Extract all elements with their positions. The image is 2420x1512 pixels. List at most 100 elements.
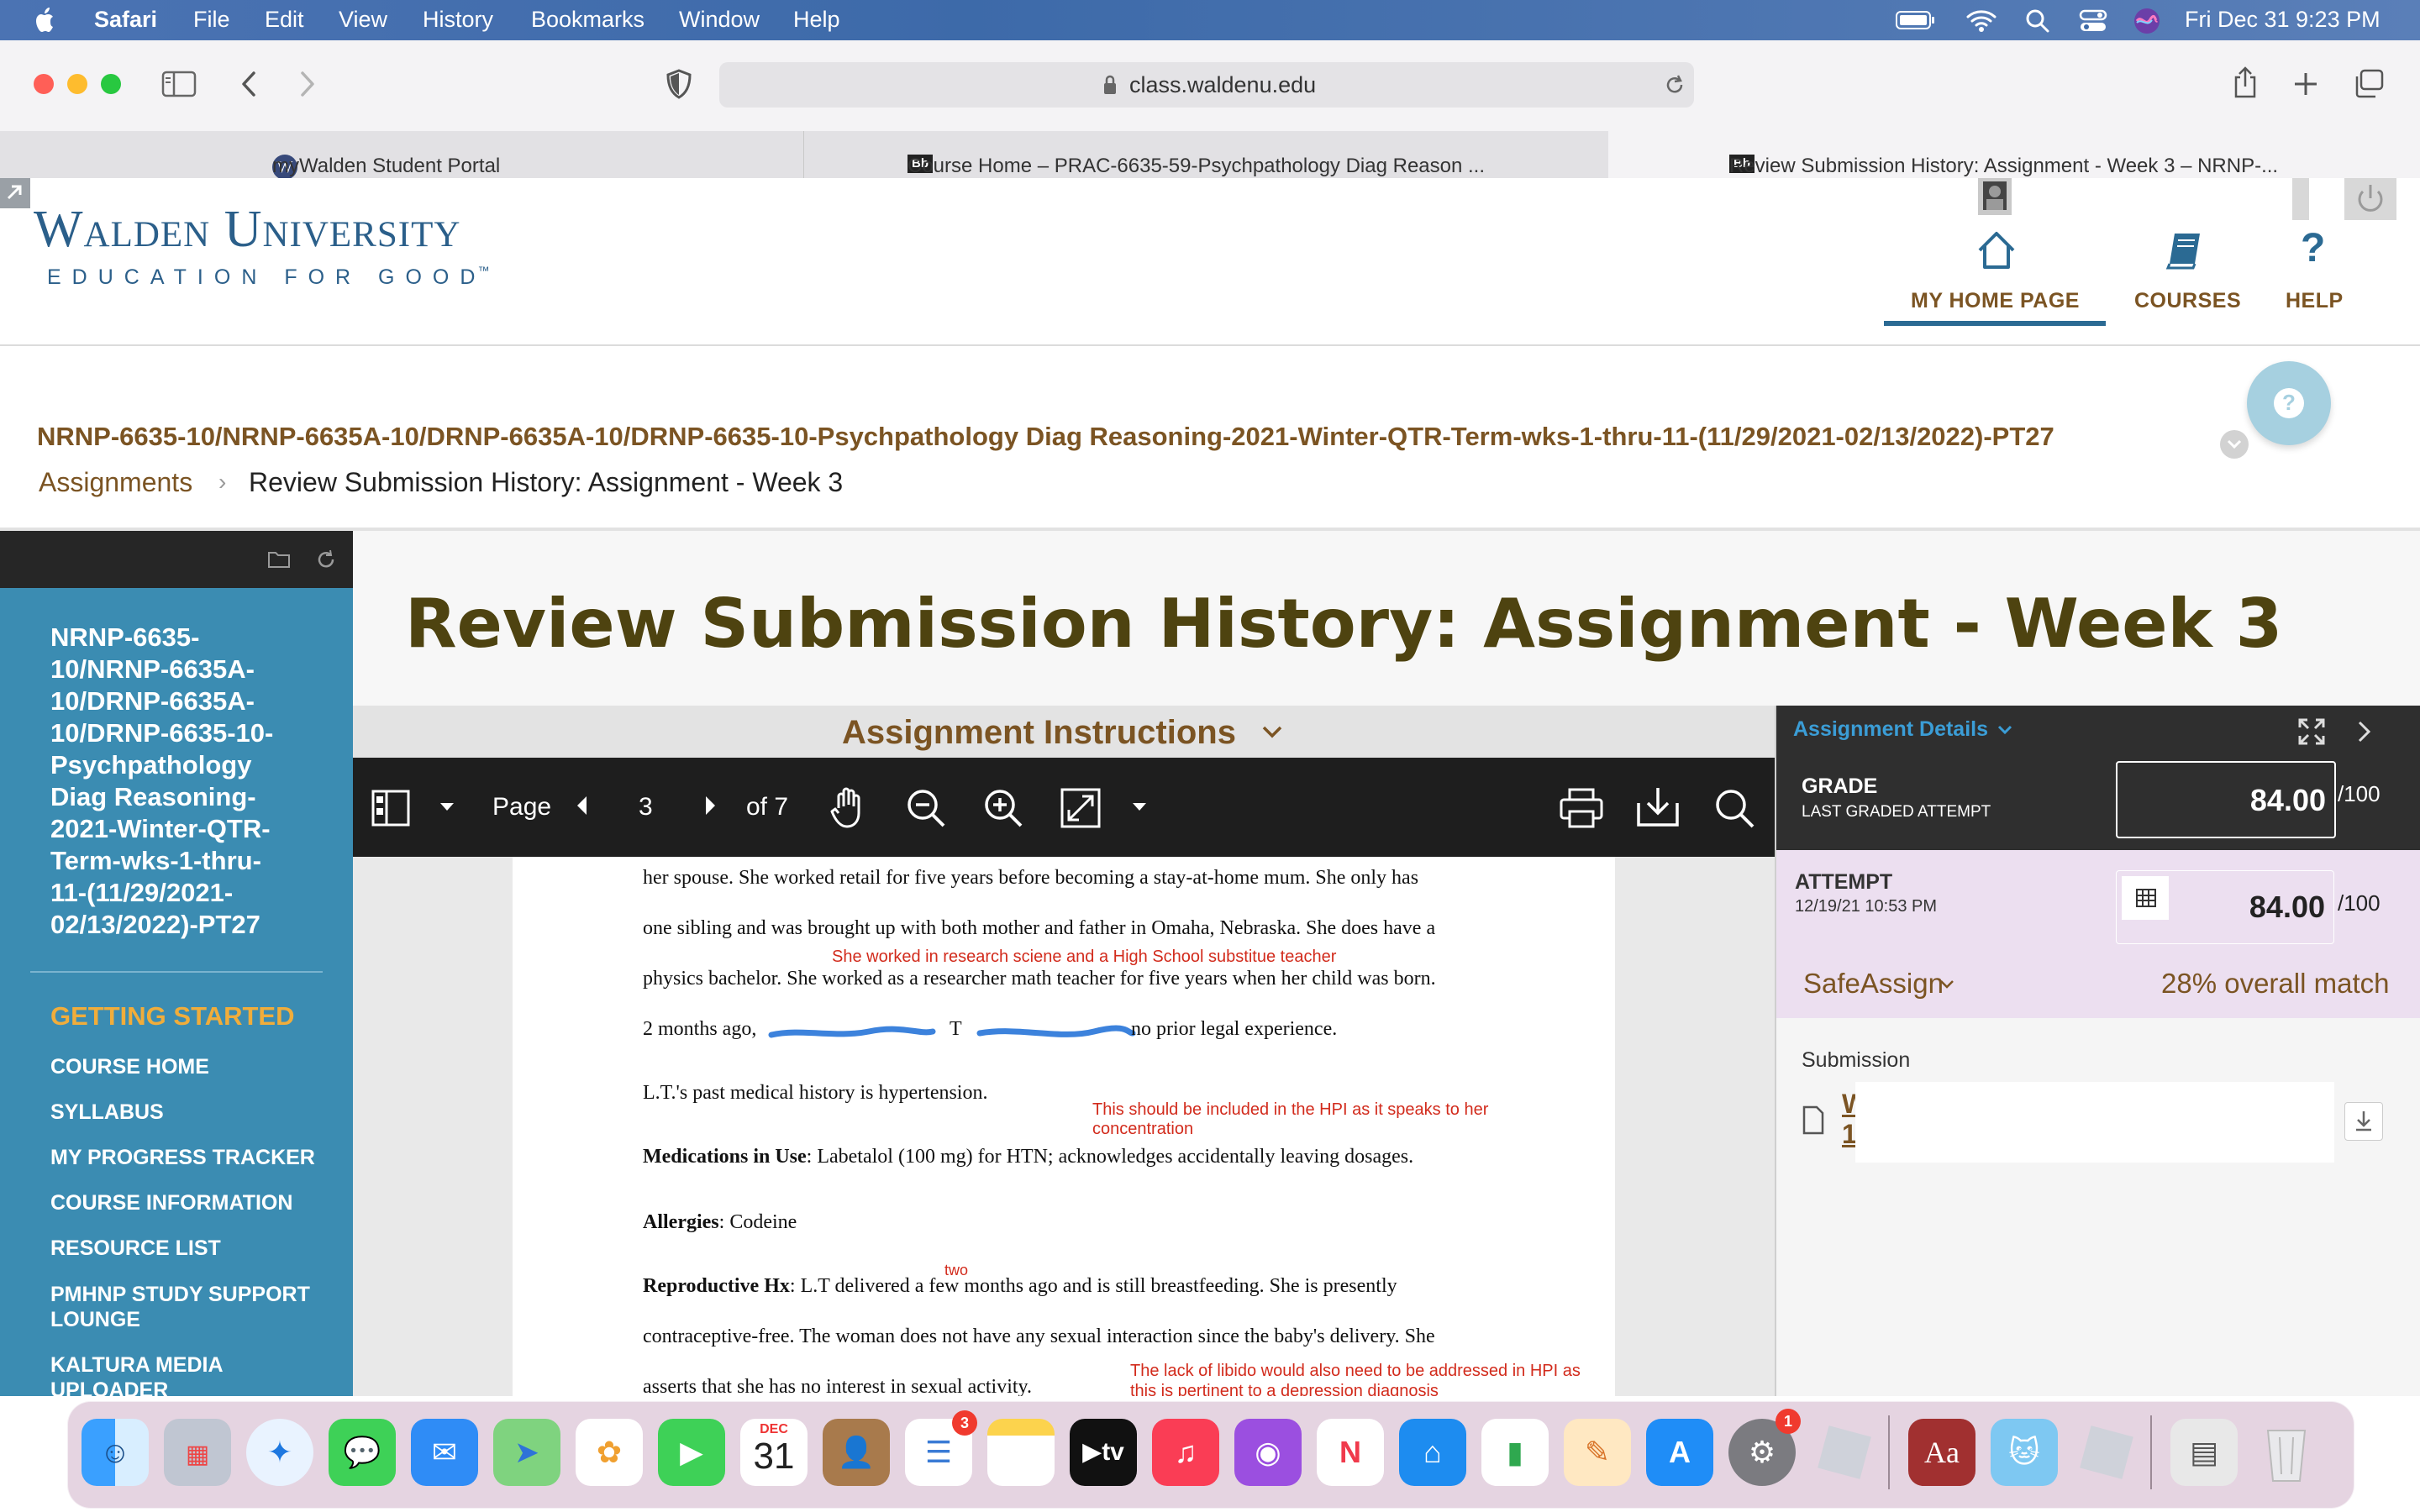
messages-icon[interactable]: 💬 [329, 1419, 396, 1486]
pdf-document-view[interactable]: her spouse. She worked retail for five y… [353, 857, 1775, 1396]
menubar-clock[interactable]: Fri Dec 31 9:23 PM [2185, 7, 2381, 33]
notes-icon[interactable] [987, 1419, 1055, 1486]
hello-kitty-app-icon[interactable]: 🐱 [1991, 1419, 2058, 1486]
refresh-icon[interactable] [314, 548, 338, 571]
expand-fullscreen-icon[interactable] [2297, 717, 2326, 746]
numbers-icon[interactable]: ▮ [1481, 1419, 1549, 1486]
tab-course-home[interactable]: Bb Course Home – PRAC-6635-59-Psychpatho… [803, 131, 1609, 178]
menu-file[interactable]: File [193, 7, 230, 33]
zoom-out-icon[interactable] [906, 788, 946, 828]
spotlight-search-icon[interactable] [2025, 8, 2050, 34]
safeassign-dropdown[interactable]: SafeAssign [1803, 968, 1944, 1000]
walden-university-logo[interactable]: Walden University EDUCATION FOR GOOD ™ [34, 203, 489, 290]
tab-review-submission-active[interactable]: Bb Review Submission History: Assignment… [1608, 131, 2420, 178]
chevron-down-icon[interactable] [1939, 979, 1954, 990]
folder-icon[interactable] [267, 549, 291, 570]
reminders-icon[interactable]: ☰ 3 [905, 1410, 977, 1486]
link-icon[interactable] [0, 178, 30, 208]
window-zoom-button[interactable] [101, 74, 121, 94]
rubric-button[interactable] [2122, 876, 2169, 920]
course-menu-dropdown[interactable] [2220, 430, 2249, 459]
sidebar-link-syllabus[interactable]: SYLLABUS [50, 1100, 164, 1125]
roblox-icon[interactable] [1811, 1419, 1878, 1486]
facetime-icon[interactable]: ▶ [658, 1419, 725, 1486]
back-chevron-icon[interactable] [239, 71, 259, 97]
siri-icon[interactable] [2133, 7, 2161, 35]
keynote-icon[interactable]: ⌂ [1399, 1419, 1466, 1486]
print-icon[interactable] [1560, 788, 1603, 828]
roblox-studio-icon[interactable] [2073, 1419, 2140, 1486]
submission-download-button[interactable] [2344, 1102, 2383, 1141]
caret-down-icon[interactable] [1131, 801, 1148, 813]
menu-edit[interactable]: Edit [265, 7, 304, 33]
fit-page-icon[interactable] [1060, 788, 1101, 828]
app-store-icon[interactable]: A [1646, 1419, 1713, 1486]
nav-help[interactable]: ? HELP [2269, 220, 2361, 329]
window-minimize-button[interactable] [67, 74, 87, 94]
safari-icon[interactable]: ✦ [246, 1419, 313, 1486]
new-tab-plus-icon[interactable] [2292, 71, 2319, 97]
sidebar-course-title[interactable]: NRNP-6635- 10/NRNP-6635A- 10/DRNP-6635A-… [50, 622, 328, 941]
control-center-icon[interactable] [2079, 8, 2107, 34]
menu-history[interactable]: History [423, 7, 493, 33]
window-close-button[interactable] [34, 74, 54, 94]
assignment-details-toggle[interactable]: Assignment Details [1793, 717, 1988, 742]
floating-help-button[interactable]: ? [2247, 361, 2331, 445]
tab-overview-icon[interactable] [2353, 69, 2385, 99]
menu-bookmarks[interactable]: Bookmarks [531, 7, 644, 33]
pan-hand-icon[interactable] [829, 786, 871, 830]
nav-my-home-page[interactable]: MY HOME PAGE [1884, 220, 2106, 329]
page-number-input[interactable]: 3 [639, 793, 653, 822]
search-icon[interactable] [1714, 788, 1756, 830]
user-avatar[interactable] [1978, 178, 2012, 215]
forward-chevron-icon[interactable] [297, 71, 318, 97]
downloads-stack-icon[interactable]: ▤ [2170, 1419, 2238, 1486]
thumbnails-panel-icon[interactable] [371, 790, 410, 827]
zoom-in-icon[interactable] [983, 788, 1023, 828]
sidebar-link-resource-list[interactable]: RESOURCE LIST [50, 1236, 221, 1261]
news-icon[interactable]: N [1317, 1419, 1384, 1486]
nav-courses[interactable]: COURSES [2126, 220, 2244, 329]
battery-icon[interactable] [1896, 10, 1936, 30]
logout-button[interactable] [2344, 178, 2396, 220]
sidebar-link-progress-tracker[interactable]: MY PROGRESS TRACKER [50, 1146, 315, 1170]
podcasts-icon[interactable]: ◉ [1234, 1419, 1302, 1486]
mail-icon[interactable]: ✉ [411, 1419, 478, 1486]
download-icon[interactable] [1637, 786, 1679, 828]
contacts-icon[interactable]: 👤 [823, 1419, 890, 1486]
system-preferences-icon[interactable]: ⚙ 1 [1728, 1409, 1801, 1486]
wifi-icon[interactable] [1966, 8, 1996, 32]
finder-icon[interactable]: ☺ [82, 1419, 149, 1486]
sidebar-link-kaltura-uploader[interactable]: KALTURA MEDIA UPLOADER [50, 1352, 328, 1403]
sidebar-link-course-information[interactable]: COURSE INFORMATION [50, 1191, 292, 1215]
share-icon[interactable] [2232, 66, 2259, 99]
caret-down-icon[interactable] [439, 801, 455, 813]
previous-page-icon[interactable] [575, 795, 588, 816]
app-menu-safari[interactable]: Safari [94, 7, 157, 33]
launchpad-icon[interactable]: ▦ [164, 1419, 231, 1486]
photos-icon[interactable]: ✿ [576, 1419, 643, 1486]
maps-icon[interactable]: ➤ [493, 1419, 560, 1486]
menu-help[interactable]: Help [793, 7, 840, 33]
dictionary-icon[interactable]: Aa [1908, 1419, 1975, 1486]
assignment-instructions-toggle[interactable]: Assignment Instructions [353, 706, 1775, 758]
attempt-grade-box[interactable]: 84.00 [2116, 870, 2334, 944]
tab-mywalden[interactable]: W myWalden Student Portal [0, 131, 804, 180]
sidebar-toggle-icon[interactable] [161, 71, 197, 97]
address-bar[interactable]: class.waldenu.edu [719, 62, 1694, 108]
apple-tv-icon[interactable]: ▶tv [1070, 1419, 1137, 1486]
safeassign-match[interactable]: 28% overall match [2161, 968, 2389, 1000]
calendar-icon[interactable]: DEC 31 [740, 1419, 808, 1486]
music-icon[interactable]: ♫ [1152, 1419, 1219, 1486]
reload-icon[interactable] [1664, 74, 1686, 96]
menu-window[interactable]: Window [679, 7, 760, 33]
apple-icon[interactable] [34, 7, 57, 34]
sidebar-link-pmhnp-lounge[interactable]: PMHNP STUDY SUPPORT LOUNGE [50, 1282, 328, 1332]
pages-icon[interactable]: ✎ [1564, 1419, 1631, 1486]
trash-icon[interactable] [2253, 1419, 2320, 1486]
next-page-icon[interactable] [704, 795, 718, 816]
chevron-right-icon[interactable] [2356, 719, 2373, 744]
menu-view[interactable]: View [339, 7, 387, 33]
grade-box[interactable]: 84.00 [2116, 761, 2336, 838]
sidebar-link-course-home[interactable]: COURSE HOME [50, 1055, 209, 1079]
